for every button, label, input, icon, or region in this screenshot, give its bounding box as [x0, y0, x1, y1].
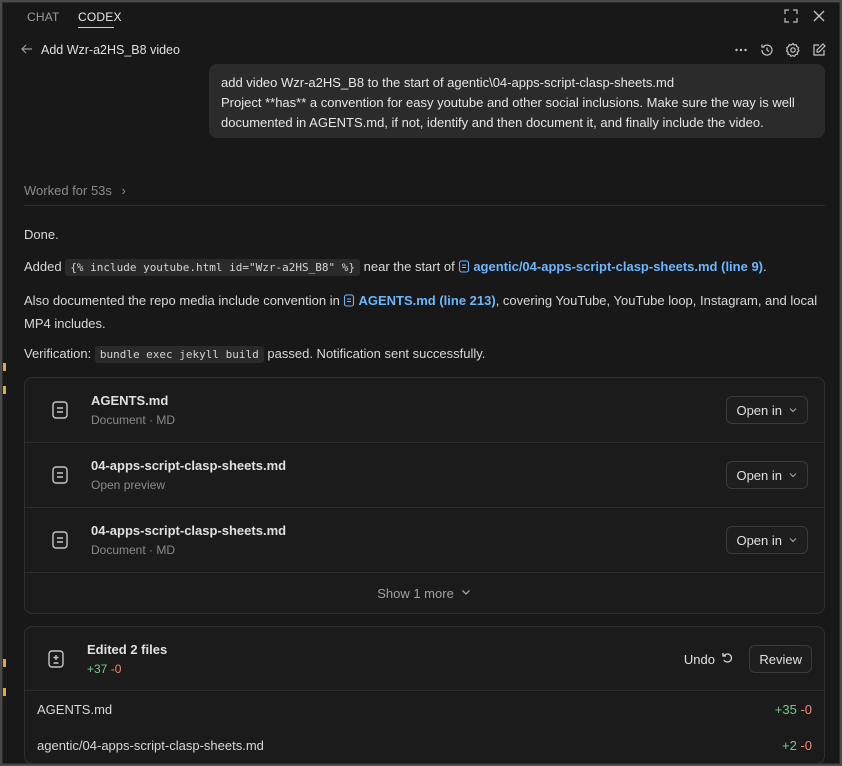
- file-type: Document · MD: [91, 413, 176, 427]
- button-label: Open in: [736, 467, 782, 483]
- text: Added: [24, 259, 62, 274]
- diff-icon: [47, 649, 65, 672]
- history-icon[interactable]: [759, 42, 775, 58]
- edited-stats: +37 -0: [87, 662, 121, 676]
- chevron-down-icon: [788, 533, 798, 548]
- response-documented: Also documented the repo media include c…: [24, 290, 817, 334]
- lines-added: +2: [781, 738, 797, 753]
- edited-title: Edited 2 files: [87, 642, 168, 657]
- file-type: Document · MD: [91, 543, 176, 557]
- undo-icon: [721, 651, 734, 667]
- chevron-down-icon: [788, 403, 798, 418]
- file-type: Open preview: [91, 478, 166, 492]
- divider: [24, 205, 825, 206]
- review-button[interactable]: Review: [749, 645, 812, 673]
- open-in-button[interactable]: Open in: [726, 526, 808, 554]
- lines-removed: -0: [110, 662, 122, 676]
- document-icon: [458, 258, 470, 279]
- button-label: Open in: [736, 402, 782, 418]
- lines-added: +37: [87, 662, 108, 676]
- review-label: Review: [759, 651, 802, 667]
- lines-removed: -0: [800, 702, 812, 717]
- thread-title: Add Wzr-a2HS_B8 video: [41, 43, 180, 57]
- codex-panel: CHAT CODEX Add Wzr-a2HS_B8 video add vid…: [2, 2, 840, 764]
- show-more-label: Show 1 more: [377, 585, 454, 601]
- gutter-marker: [3, 386, 6, 394]
- tab-bar: CHAT CODEX: [3, 3, 839, 31]
- chevron-down-icon: [460, 586, 472, 601]
- lines-removed: -0: [800, 738, 812, 753]
- active-tab-indicator: [78, 27, 114, 28]
- edited-file-stats: +2 -0: [782, 738, 812, 753]
- tab-chat[interactable]: CHAT: [27, 10, 60, 24]
- edited-header: Edited 2 files +37 -0 Undo Review: [25, 627, 824, 691]
- open-in-button[interactable]: Open in: [726, 461, 808, 489]
- worked-for-toggle[interactable]: Worked for 53s ›: [24, 183, 126, 198]
- gear-icon[interactable]: [785, 42, 801, 58]
- edited-file-name: AGENTS.md: [37, 702, 113, 717]
- chevron-down-icon: [788, 468, 798, 483]
- text: Verification:: [24, 346, 92, 361]
- document-icon: [51, 530, 69, 553]
- tab-codex[interactable]: CODEX: [78, 10, 122, 24]
- document-icon: [51, 465, 69, 488]
- text: passed. Notification sent successfully.: [267, 346, 486, 361]
- file-row[interactable]: 04-apps-script-clasp-sheets.md Document …: [25, 508, 824, 573]
- files-card: AGENTS.md Document · MD Open in 04-apps-…: [24, 377, 825, 614]
- undo-label: Undo: [683, 651, 715, 667]
- file-name: 04-apps-script-clasp-sheets.md: [91, 523, 287, 538]
- close-icon[interactable]: [811, 8, 827, 24]
- edited-file-stats: +35 -0: [775, 702, 812, 717]
- user-message-line: documented in AGENTS.md, if not, identif…: [221, 115, 764, 130]
- show-more-button[interactable]: Show 1 more: [25, 573, 824, 613]
- inline-code: bundle exec jekyll build: [94, 346, 264, 363]
- text: , covering YouTube, YouTube loop, Instag…: [495, 293, 818, 308]
- file-row[interactable]: AGENTS.md Document · MD Open in: [25, 378, 824, 443]
- response-done: Done.: [24, 227, 59, 242]
- text: Also documented the repo media include c…: [24, 293, 340, 308]
- user-message-line: add video Wzr-a2HS_B8 to the start of ag…: [221, 75, 675, 90]
- gutter-marker: [3, 659, 6, 667]
- response-verification: Verification: bundle exec jekyll build p…: [24, 343, 485, 365]
- text: .: [763, 259, 767, 274]
- edited-file-row[interactable]: agentic/04-apps-script-clasp-sheets.md +…: [25, 727, 824, 763]
- chevron-right-icon: ›: [121, 183, 126, 198]
- button-label: Open in: [736, 532, 782, 548]
- edited-files-card: Edited 2 files +37 -0 Undo Review AGENTS…: [24, 626, 825, 763]
- thread-header: Add Wzr-a2HS_B8 video: [21, 39, 827, 61]
- compose-icon[interactable]: [811, 42, 827, 58]
- file-link-agents[interactable]: AGENTS.md (line 213): [343, 293, 496, 308]
- edited-file-row[interactable]: AGENTS.md +35 -0: [25, 691, 824, 727]
- gutter-marker: [3, 688, 6, 696]
- maximize-icon[interactable]: [783, 8, 799, 24]
- file-link-agentic[interactable]: agentic/04-apps-script-clasp-sheets.md (…: [458, 259, 763, 274]
- open-in-button[interactable]: Open in: [726, 396, 808, 424]
- text: near the start of: [363, 259, 455, 274]
- worked-for-label: Worked for 53s: [24, 183, 112, 198]
- gutter-marker: [3, 363, 6, 371]
- text: MP4 includes.: [24, 316, 106, 331]
- link-text: AGENTS.md (line 213): [358, 293, 496, 308]
- user-message: add video Wzr-a2HS_B8 to the start of ag…: [209, 64, 825, 138]
- link-text: agentic/04-apps-script-clasp-sheets.md (…: [473, 259, 764, 274]
- edited-file-name: agentic/04-apps-script-clasp-sheets.md: [37, 738, 264, 753]
- document-icon: [343, 292, 355, 313]
- response-added: Added {% include youtube.html id="Wzr-a2…: [24, 256, 767, 279]
- file-row[interactable]: 04-apps-script-clasp-sheets.md Open prev…: [25, 443, 824, 508]
- file-name: 04-apps-script-clasp-sheets.md: [91, 458, 287, 473]
- lines-added: +35: [774, 702, 797, 717]
- arrow-left-icon[interactable]: [21, 43, 33, 58]
- inline-code: {% include youtube.html id="Wzr-a2HS_B8"…: [65, 259, 360, 276]
- document-icon: [51, 400, 69, 423]
- user-message-line: Project **has** a convention for easy yo…: [221, 95, 795, 110]
- file-name: AGENTS.md: [91, 393, 169, 408]
- undo-button[interactable]: Undo: [684, 651, 734, 667]
- more-icon[interactable]: [733, 42, 749, 58]
